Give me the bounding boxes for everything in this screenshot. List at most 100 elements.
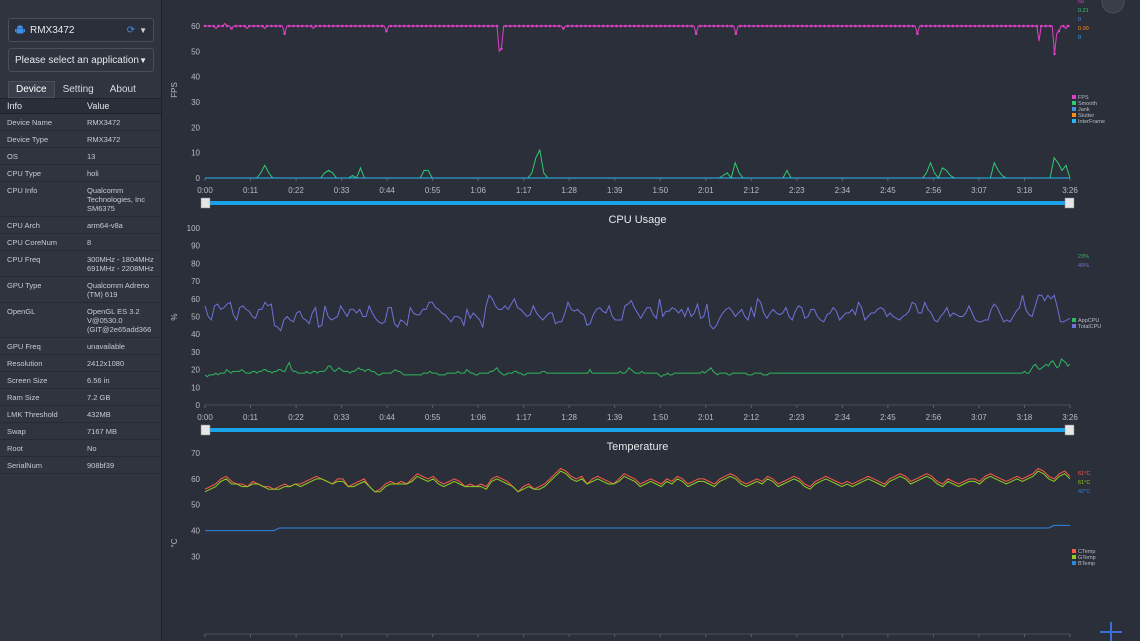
info-value: unavailable: [87, 342, 125, 351]
x-tick-label: 0:11: [243, 413, 259, 422]
y-axis-label: °C: [170, 538, 179, 547]
fps-point: [730, 24, 733, 28]
current-value: 0.21: [1078, 8, 1089, 14]
fps-point: [504, 24, 508, 28]
x-tick-label: 2:45: [880, 186, 896, 195]
x-tick-label: 3:18: [1017, 413, 1033, 422]
fps-point: [332, 24, 335, 28]
table-row: CPU Info Qualcomm Technologies, Inc SM637…: [0, 182, 161, 217]
fps-point: [832, 24, 835, 28]
fps-point: [854, 24, 857, 28]
fps-point: [424, 24, 428, 28]
legend-swatch: [1072, 561, 1076, 565]
y-tick-label: 100: [187, 224, 201, 233]
play-icon: [1101, 0, 1125, 14]
x-tick-label: 2:56: [926, 413, 942, 422]
fps-point: [217, 24, 220, 28]
fps-point: [610, 24, 614, 28]
y-tick-label: 90: [191, 242, 200, 251]
fps-point: [787, 24, 791, 28]
fps-point: [725, 24, 729, 28]
fps-point: [849, 24, 853, 28]
fps-point: [973, 24, 977, 28]
info-value: Qualcomm Adreno (TM) 619: [87, 281, 150, 299]
fps-point: [296, 24, 300, 28]
legend-swatch: [1072, 555, 1076, 559]
y-tick-label: 70: [191, 449, 200, 458]
series-line-appcpu: [204, 358, 1071, 378]
table-row: SerialNum 908bf39: [0, 457, 161, 474]
fps-point: [274, 24, 278, 28]
series-line-ctemp: [204, 467, 1071, 493]
device-info-table: Info Value Device Name RMX3472 Device Type…: [0, 98, 161, 474]
fps-point: [1017, 24, 1021, 28]
fps-point: [761, 24, 764, 28]
fps-point: [783, 24, 786, 28]
app-select[interactable]: Please select an application ▼: [8, 48, 154, 72]
y-tick-label: 30: [191, 348, 200, 357]
fps-point: [522, 24, 525, 28]
fps-point: [991, 24, 994, 28]
table-header: Info Value: [0, 98, 161, 114]
fps-point: [593, 24, 596, 28]
x-tick-label: 1:39: [607, 413, 623, 422]
app-select-placeholder: Please select an application: [15, 54, 139, 66]
fps-point: [867, 24, 870, 28]
fps-point: [947, 24, 950, 28]
tab-about[interactable]: About: [102, 81, 144, 98]
fps-point: [1000, 24, 1003, 28]
table-row: GPU Freq unavailable: [0, 338, 161, 355]
legend-label: TotalCPU: [1078, 324, 1101, 330]
tab-setting[interactable]: Setting: [55, 81, 102, 98]
legend-label: BTemp: [1078, 561, 1095, 567]
fps-point: [247, 24, 251, 28]
info-label: Ram Size: [7, 393, 40, 402]
tab-device[interactable]: Device: [8, 81, 55, 98]
fps-point: [942, 24, 946, 28]
fps-point: [1062, 24, 1065, 28]
fps-point: [212, 24, 216, 28]
refresh-icon[interactable]: ⟳: [127, 25, 135, 36]
fps-point: [1026, 24, 1030, 28]
fps-point: [933, 24, 937, 28]
y-tick-label: 10: [191, 383, 200, 392]
fps-point: [340, 24, 344, 28]
current-value: 0: [1078, 35, 1081, 41]
x-tick-label: 2:12: [744, 186, 760, 195]
x-tick-label: 0:44: [379, 413, 395, 422]
fps-point: [535, 24, 539, 28]
table-row: CPU Arch arm64-v8a: [0, 217, 161, 234]
fps-point: [938, 24, 941, 28]
info-label: GPU Type: [7, 281, 42, 290]
fps-point: [770, 24, 773, 28]
fps-point: [318, 24, 322, 28]
fps-point: [389, 24, 393, 28]
x-tick-label: 1:06: [470, 413, 486, 422]
y-tick-label: 40: [191, 330, 200, 339]
fps-point: [1022, 24, 1025, 28]
chevron-down-icon: ▼: [139, 55, 147, 65]
fps-point: [460, 24, 463, 28]
fps-point: [624, 24, 627, 28]
info-value: No: [87, 444, 97, 453]
fps-point: [889, 24, 893, 28]
fps-point: [429, 24, 433, 28]
table-row: CPU CoreNum 8: [0, 234, 161, 251]
fps-point: [305, 24, 309, 28]
fps-point: [416, 24, 419, 28]
fps-point: [668, 24, 671, 28]
legend-swatch: [1072, 119, 1076, 123]
x-tick-label: 0:55: [425, 413, 441, 422]
fps-point: [513, 24, 516, 28]
x-tick-label: 1:28: [561, 186, 577, 195]
fps-point: [677, 24, 680, 28]
device-select[interactable]: RMX3472 ⟳ ▼: [8, 18, 154, 42]
current-value: 61°C: [1078, 480, 1090, 486]
fps-point: [893, 24, 897, 28]
fps-point: [292, 24, 295, 28]
fps-point: [809, 24, 813, 28]
fps-point: [871, 24, 875, 28]
fps-point: [557, 24, 561, 28]
info-value: OpenGL ES 3.2 V@0530.0 (GIT@2e65add366: [87, 307, 152, 334]
sidebar: RMX3472 ⟳ ▼ Please select an application…: [0, 0, 162, 641]
